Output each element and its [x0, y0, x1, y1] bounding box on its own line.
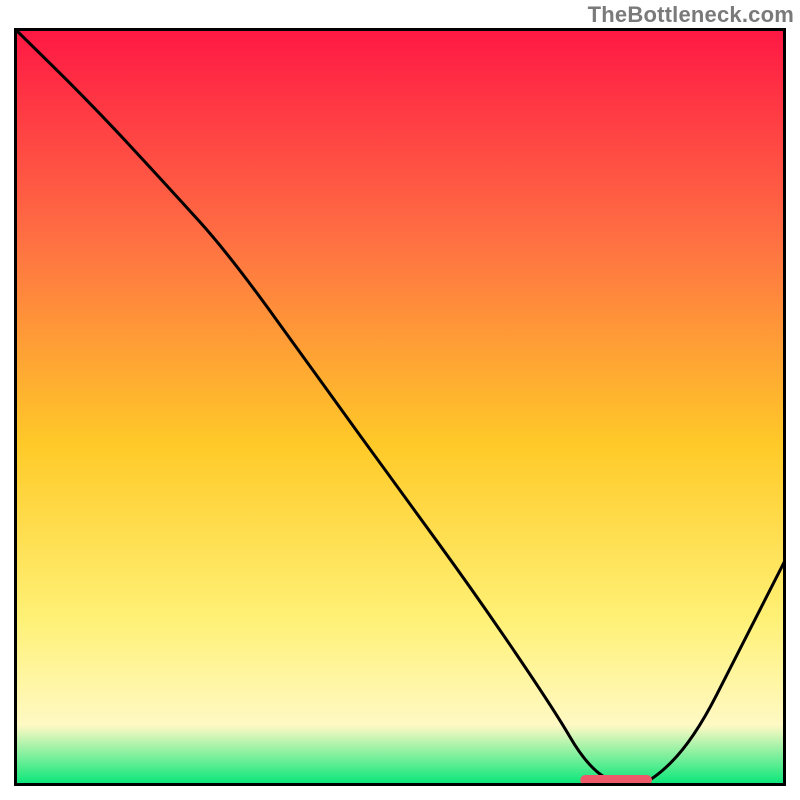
plot-area: [14, 28, 786, 786]
chart-container: TheBottleneck.com: [0, 0, 800, 800]
chart-svg: [14, 28, 786, 786]
watermark-text: TheBottleneck.com: [588, 2, 794, 28]
gradient-background: [14, 28, 786, 786]
